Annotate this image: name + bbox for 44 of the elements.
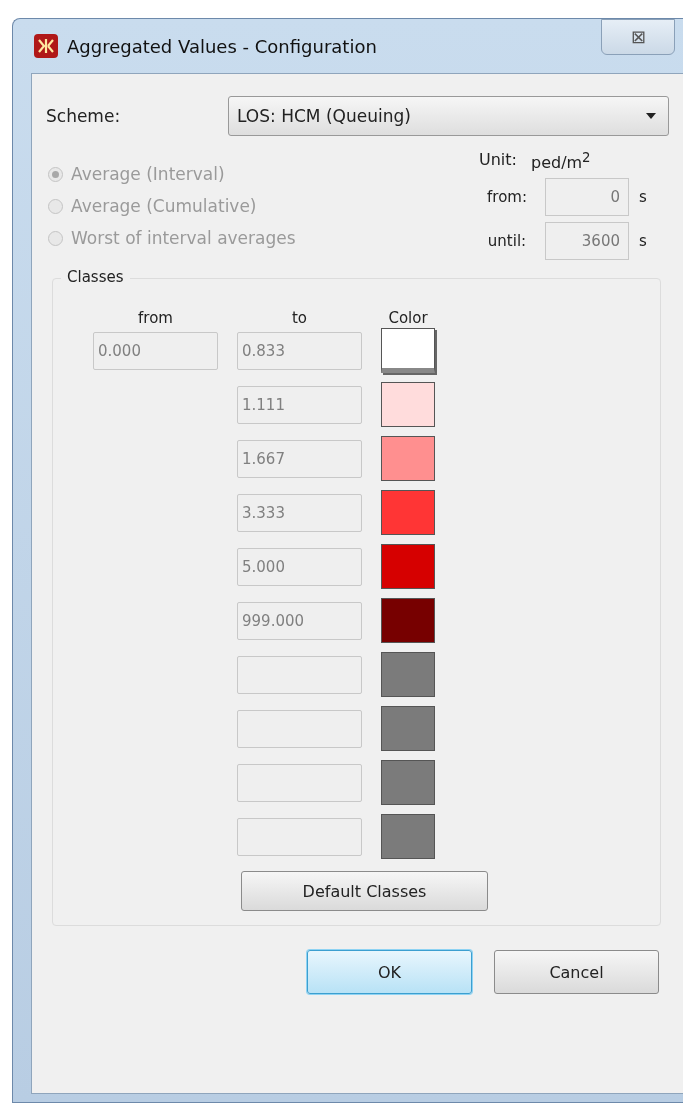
to-field[interactable]: 1.111 [237,385,362,424]
radio-label: Average (Cumulative) [71,196,257,216]
color-swatch[interactable] [381,652,435,698]
to-field[interactable] [237,763,362,802]
color-swatch[interactable] [381,598,435,644]
column-header: to [290,309,309,328]
to-field[interactable]: 0.833 [237,331,362,370]
color-swatch[interactable] [381,706,435,752]
color-swatch[interactable] [381,814,435,860]
color-swatch[interactable] [381,490,435,536]
color-swatch[interactable] [381,328,435,374]
radio-label: Worst of interval averages [71,228,296,248]
time-field[interactable]: 0 [545,178,629,217]
to-field[interactable] [237,655,362,694]
dialog-button[interactable]: OK [307,950,472,995]
to-field[interactable]: 5.000 [237,547,362,586]
column-header: from [137,309,174,328]
radio-label: Average (Interval) [71,164,225,184]
time-label: until: [486,232,528,251]
unit-value: ped/m$^{2}$ [530,150,591,173]
app-icon [33,33,59,59]
unit-suffix: s [639,232,647,251]
color-swatch[interactable] [381,760,435,806]
dialog-button[interactable]: Cancel [494,950,659,995]
time-label: from: [486,188,528,207]
default-classes-button[interactable]: Default Classes [241,871,488,912]
to-field[interactable] [237,709,362,748]
close-button[interactable]: ⊠ [601,19,675,55]
scheme-dropdown[interactable]: LOS: HCM (Queuing) [228,96,669,136]
time-field[interactable]: 3600 [545,222,629,261]
to-field[interactable]: 999.000 [237,601,362,640]
unit-suffix: s [639,188,647,207]
color-swatch[interactable] [381,544,435,590]
dropdown-arrow-icon [646,113,656,119]
column-header: Color [387,309,429,328]
to-field[interactable]: 1.667 [237,439,362,478]
unit-label: Unit: [479,150,517,171]
from-field[interactable]: 0.000 [93,331,218,370]
scheme-label: Scheme: [46,106,122,126]
color-swatch[interactable] [381,436,435,482]
to-field[interactable]: 3.333 [237,493,362,532]
color-swatch[interactable] [381,382,435,428]
window-title: Aggregated Values - Configuration [67,35,378,57]
to-field[interactable] [237,817,362,856]
